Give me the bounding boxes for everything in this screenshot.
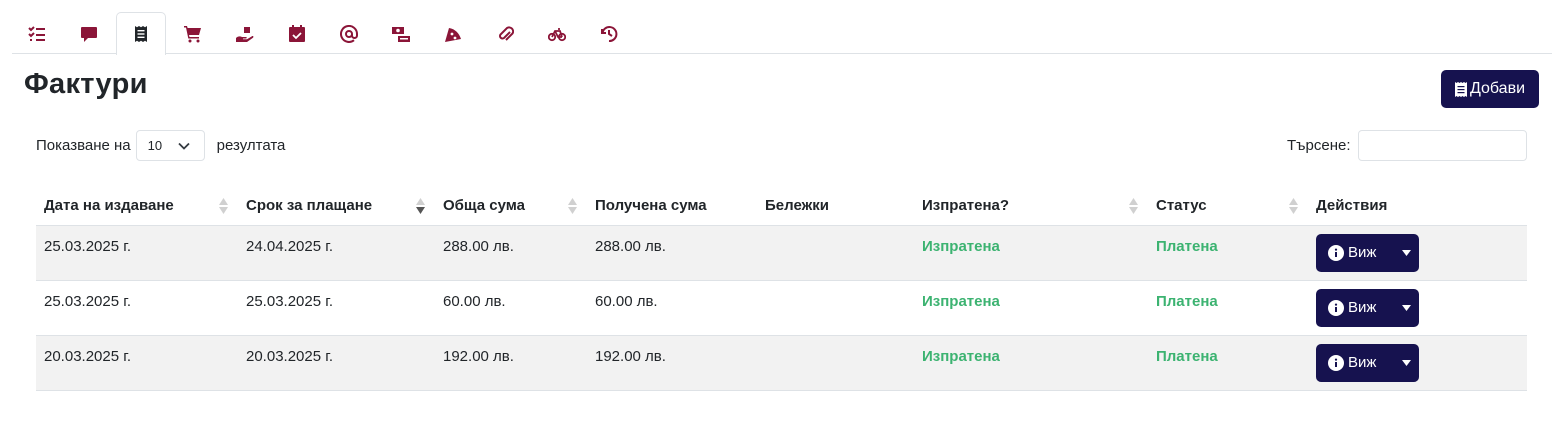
tasks-icon xyxy=(28,25,45,41)
tab-bar xyxy=(12,12,1552,55)
paperclip-icon xyxy=(499,25,514,41)
table-row: 20.03.2025 г. 20.03.2025 г. 192.00 лв. 1… xyxy=(36,335,1527,391)
length-prefix: Показване на xyxy=(36,137,131,154)
tab-events[interactable] xyxy=(272,12,322,54)
add-invoice-button[interactable]: Добави xyxy=(1441,70,1539,108)
page-length-control: Показване на 10 резултата xyxy=(36,130,285,161)
cell-issued: 25.03.2025 г. xyxy=(36,225,238,281)
cell-total: 288.00 лв. xyxy=(435,225,587,281)
cell-status: Платена xyxy=(1148,225,1308,281)
pizza-icon xyxy=(445,27,461,42)
add-button-label: Добави xyxy=(1469,80,1526,97)
sort-both-icon xyxy=(1289,198,1298,214)
invoice-icon xyxy=(1454,81,1467,97)
tab-attachments[interactable] xyxy=(480,12,530,54)
cell-actions: Виж xyxy=(1308,335,1527,391)
page-length-select[interactable]: 10 xyxy=(135,130,205,161)
invoices-table: Дата на издаване Срок за плащане Обща су… xyxy=(36,186,1527,391)
cell-actions: Виж xyxy=(1308,280,1527,336)
comment-icon xyxy=(81,26,97,42)
column-header-total[interactable]: Обща сума xyxy=(435,186,587,226)
column-header-actions: Действия xyxy=(1308,186,1527,226)
column-header-issued[interactable]: Дата на издаване xyxy=(36,186,238,226)
view-button-group: Виж xyxy=(1316,288,1419,327)
tab-tasks[interactable] xyxy=(12,12,62,54)
view-button[interactable]: Виж xyxy=(1316,299,1394,316)
cell-status: Платена xyxy=(1148,335,1308,391)
caret-down-icon xyxy=(1402,304,1411,311)
info-icon xyxy=(1328,299,1344,316)
chevron-down-icon xyxy=(178,142,190,150)
search-label: Търсене: xyxy=(1287,137,1351,154)
tab-donations[interactable] xyxy=(220,12,270,54)
tab-emails[interactable] xyxy=(324,12,374,54)
view-button-label: Виж xyxy=(1348,244,1377,261)
history-icon xyxy=(601,25,618,42)
money-transfer-icon xyxy=(392,26,410,42)
cell-received: 288.00 лв. xyxy=(587,225,757,281)
cell-notes xyxy=(757,280,914,336)
view-button[interactable]: Виж xyxy=(1316,244,1394,261)
cell-sent: Изпратена xyxy=(914,335,1148,391)
actions-dropdown-toggle[interactable] xyxy=(1394,249,1419,256)
cell-notes xyxy=(757,335,914,391)
sort-both-icon xyxy=(568,198,577,214)
caret-down-icon xyxy=(1402,249,1411,256)
column-header-received: Получена сума xyxy=(587,186,757,226)
actions-dropdown-toggle[interactable] xyxy=(1394,359,1419,366)
cell-issued: 20.03.2025 г. xyxy=(36,335,238,391)
table-row: 25.03.2025 г. 24.04.2025 г. 288.00 лв. 2… xyxy=(36,225,1527,281)
page-title: Фактури xyxy=(24,68,148,100)
column-header-notes: Бележки xyxy=(757,186,914,226)
hand-holding-icon xyxy=(236,26,254,42)
caret-down-icon xyxy=(1402,359,1411,366)
cell-issued: 25.03.2025 г. xyxy=(36,280,238,336)
column-header-status[interactable]: Статус xyxy=(1148,186,1308,226)
info-icon xyxy=(1328,244,1344,261)
cell-status: Платена xyxy=(1148,280,1308,336)
actions-dropdown-toggle[interactable] xyxy=(1394,304,1419,311)
bicycle-icon xyxy=(548,27,566,41)
sort-both-icon xyxy=(219,198,228,214)
cell-sent: Изпратена xyxy=(914,225,1148,281)
column-header-due[interactable]: Срок за плащане xyxy=(238,186,435,226)
cell-sent: Изпратена xyxy=(914,280,1148,336)
tab-food[interactable] xyxy=(428,12,478,54)
cell-total: 60.00 лв. xyxy=(435,280,587,336)
info-icon xyxy=(1328,354,1344,371)
table-header-row: Дата на издаване Срок за плащане Обща су… xyxy=(36,186,1527,226)
calendar-check-icon xyxy=(289,24,305,42)
invoice-icon xyxy=(135,26,147,42)
search-control: Търсене: xyxy=(1287,130,1527,161)
tab-orders[interactable] xyxy=(168,12,218,54)
cell-notes xyxy=(757,225,914,281)
cell-received: 192.00 лв. xyxy=(587,335,757,391)
tab-comments[interactable] xyxy=(64,12,114,54)
sort-both-icon xyxy=(1129,198,1138,214)
cell-received: 60.00 лв. xyxy=(587,280,757,336)
page-length-value: 10 xyxy=(147,138,163,153)
column-header-sent[interactable]: Изпратена? xyxy=(914,186,1148,226)
length-suffix: резултата xyxy=(216,137,286,154)
view-button-group: Виж xyxy=(1316,233,1419,272)
tab-invoices[interactable] xyxy=(116,12,166,55)
sort-desc-icon xyxy=(416,198,425,214)
cell-total: 192.00 лв. xyxy=(435,335,587,391)
cell-due: 20.03.2025 г. xyxy=(238,335,435,391)
cell-due: 24.04.2025 г. xyxy=(238,225,435,281)
view-button-label: Виж xyxy=(1348,299,1377,316)
tab-history[interactable] xyxy=(584,12,634,54)
tab-activities[interactable] xyxy=(532,12,582,54)
cell-actions: Виж xyxy=(1308,225,1527,281)
tab-payments[interactable] xyxy=(376,12,426,54)
view-button-label: Виж xyxy=(1348,354,1377,371)
cart-icon xyxy=(184,25,201,42)
cell-due: 25.03.2025 г. xyxy=(238,280,435,336)
table-row: 25.03.2025 г. 25.03.2025 г. 60.00 лв. 60… xyxy=(36,280,1527,336)
view-button[interactable]: Виж xyxy=(1316,354,1394,371)
at-icon xyxy=(340,24,358,43)
search-input[interactable] xyxy=(1357,130,1527,161)
view-button-group: Виж xyxy=(1316,343,1419,382)
